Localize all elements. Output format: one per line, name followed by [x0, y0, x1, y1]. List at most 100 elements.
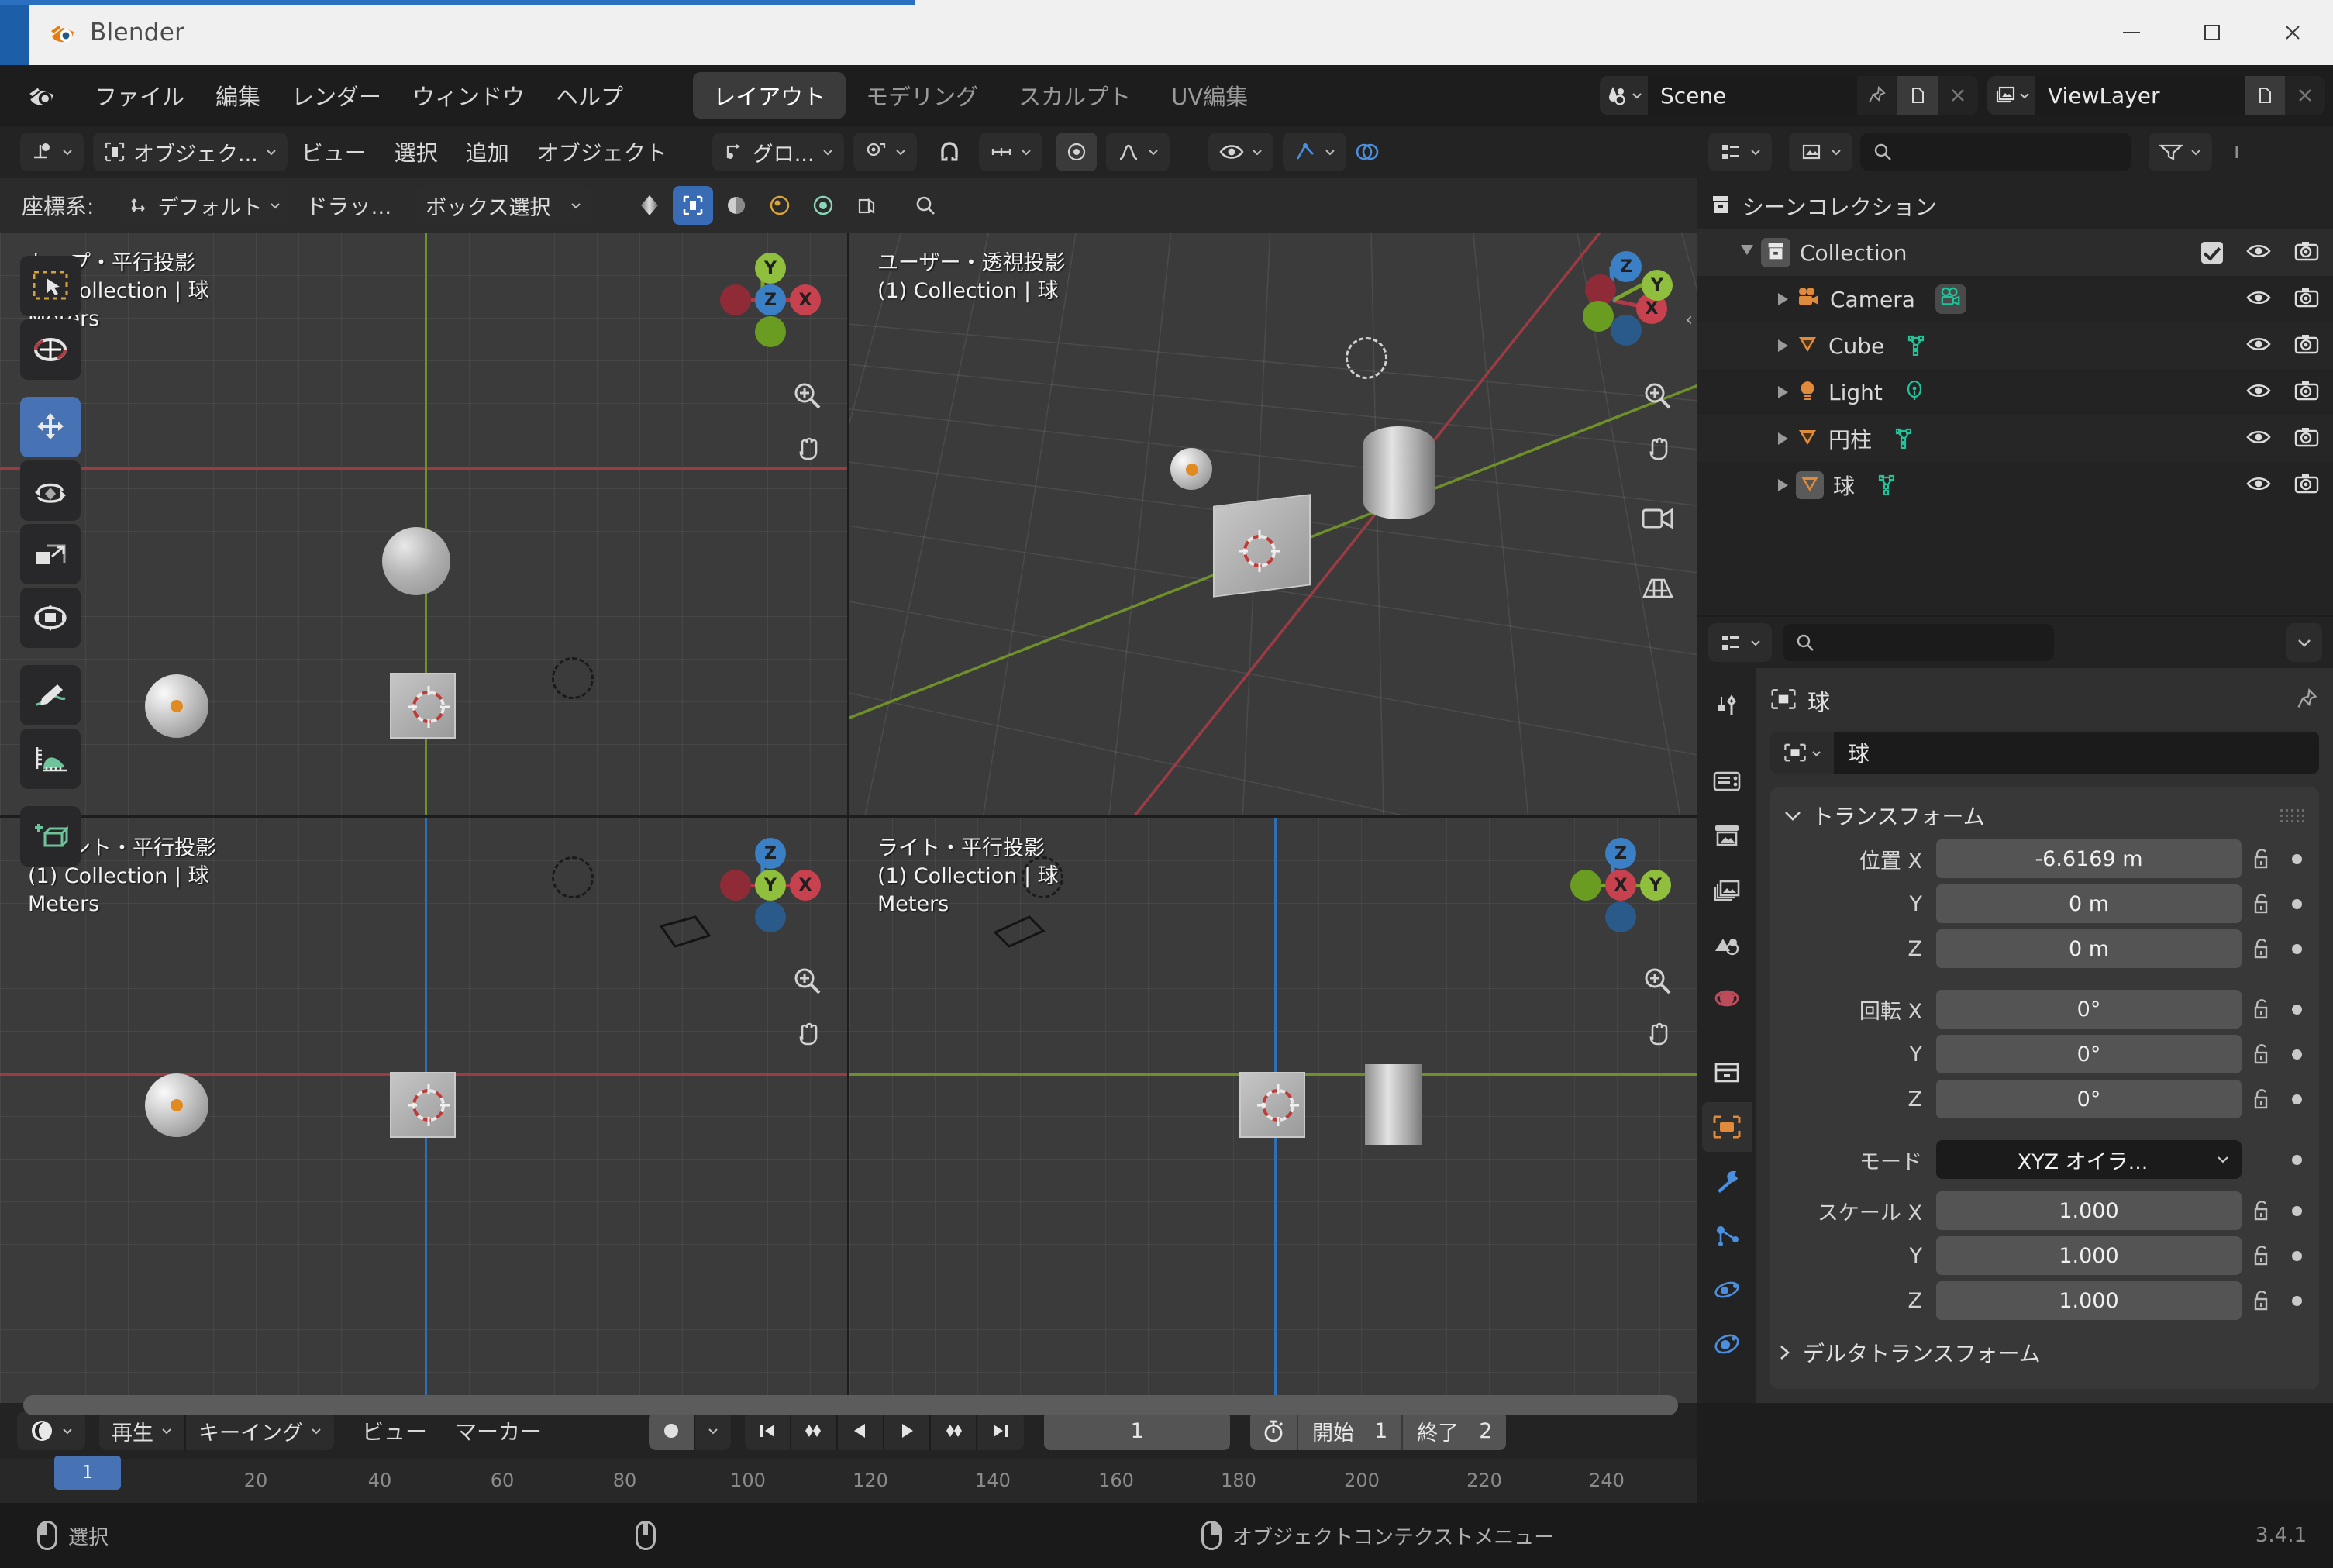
- mesh-data-icon[interactable]: [1892, 426, 1915, 452]
- play-reverse-icon[interactable]: [838, 1411, 885, 1450]
- eye-icon[interactable]: [2246, 288, 2271, 310]
- menu-help[interactable]: ヘルプ: [540, 74, 639, 116]
- lock-icon[interactable]: [2242, 1042, 2282, 1066]
- sphere-selected-top[interactable]: [145, 674, 208, 738]
- sidebar-toggle-icon[interactable]: ‹: [1685, 308, 1693, 330]
- camera-icon[interactable]: [2294, 381, 2319, 404]
- world-tab-icon[interactable]: [1702, 974, 1752, 1023]
- lock-icon[interactable]: [2242, 1244, 2282, 1267]
- output-tab-icon[interactable]: [1702, 811, 1752, 860]
- shading-wireframe-icon[interactable]: [673, 186, 714, 225]
- lock-icon[interactable]: [2242, 998, 2282, 1021]
- timeline-menu-marker[interactable]: マーカー: [441, 1415, 556, 1446]
- gizmo-selector[interactable]: [1282, 133, 1346, 171]
- outliner-filter-icon[interactable]: [2149, 133, 2212, 171]
- lock-icon[interactable]: [2242, 937, 2282, 960]
- camera-icon[interactable]: [2294, 334, 2319, 357]
- remove-scene-icon[interactable]: [1938, 76, 1978, 115]
- auto-keying-toggle[interactable]: [649, 1411, 694, 1450]
- object-id-type-icon[interactable]: [1770, 732, 1834, 774]
- tweak-tool-icon[interactable]: [20, 256, 81, 316]
- camera-icon[interactable]: [2294, 241, 2319, 264]
- tab-layout[interactable]: レイアウト: [693, 72, 846, 119]
- drag-action-selector[interactable]: ボックス選択: [415, 186, 593, 225]
- eye-icon[interactable]: [2246, 428, 2271, 450]
- transform-orientation-selector[interactable]: デフォルト: [117, 186, 292, 225]
- cylinder-right[interactable]: [1365, 1064, 1422, 1145]
- render-tab-icon[interactable]: [1702, 756, 1752, 806]
- proportional-falloff-selector[interactable]: [1105, 133, 1170, 171]
- lock-icon[interactable]: [2242, 1289, 2282, 1312]
- particles-tab-icon[interactable]: [1702, 1211, 1752, 1260]
- properties-options-icon[interactable]: [2286, 623, 2322, 662]
- timeline-editor-type-button[interactable]: [17, 1411, 85, 1450]
- animate-property-dot[interactable]: [2282, 943, 2311, 954]
- outliner-collapse-icon[interactable]: [2220, 133, 2260, 171]
- zoom-icon[interactable]: [785, 374, 830, 419]
- camera-data-icon[interactable]: [1935, 284, 1966, 314]
- timeline-editor-type-icon[interactable]: [17, 1411, 85, 1450]
- lock-icon[interactable]: [2242, 1087, 2282, 1111]
- shading-rendered-icon[interactable]: [803, 186, 843, 225]
- viewlayer-selector[interactable]: ViewLayer: [1987, 76, 2325, 115]
- rotation-y-field[interactable]: 0°: [1936, 1035, 2242, 1073]
- menu-edit[interactable]: 編集: [200, 74, 276, 116]
- outliner-row-light[interactable]: Light: [1697, 369, 2333, 415]
- lock-icon[interactable]: [2242, 892, 2282, 915]
- camera-icon[interactable]: [2294, 474, 2319, 497]
- rotation-z-field[interactable]: 0°: [1936, 1080, 2242, 1118]
- snap-to-selector[interactable]: [978, 133, 1042, 171]
- pan-hand-icon[interactable]: [785, 1011, 830, 1056]
- new-viewlayer-icon[interactable]: [2245, 76, 2285, 115]
- menu-file[interactable]: ファイル: [79, 74, 200, 116]
- current-frame-field[interactable]: 1: [1044, 1411, 1231, 1450]
- mesh-data-icon[interactable]: [1904, 333, 1928, 359]
- transform-panel-header[interactable]: トランスフォーム: [1770, 794, 2319, 837]
- next-keyframe-icon[interactable]: [931, 1411, 978, 1450]
- snap-target-selector[interactable]: [853, 133, 917, 171]
- object-tab-icon[interactable]: [1702, 1102, 1752, 1152]
- scale-tool-icon[interactable]: [20, 524, 81, 584]
- viewport-top-ortho[interactable]: トップ・平行投影 (1) Collection | 球 Meters: [0, 233, 847, 815]
- blender-logo-icon[interactable]: [25, 78, 59, 112]
- pan-hand-icon[interactable]: [1635, 1011, 1680, 1056]
- tab-modeling[interactable]: モデリング: [846, 72, 998, 119]
- tool-tab-icon[interactable]: [1702, 682, 1752, 732]
- view-layer-tab-icon[interactable]: [1702, 865, 1752, 915]
- scale-y-field[interactable]: 1.000: [1936, 1236, 2242, 1275]
- animate-property-dot[interactable]: [2282, 853, 2311, 864]
- shading-material-preview-icon[interactable]: [760, 186, 800, 225]
- outliner-row-cylinder[interactable]: 円柱: [1697, 415, 2333, 462]
- animate-property-dot[interactable]: [2282, 1094, 2311, 1104]
- light-data-icon[interactable]: [1903, 379, 1926, 405]
- animate-property-dot[interactable]: [2282, 898, 2311, 909]
- measure-tool-icon[interactable]: [20, 729, 81, 789]
- chevron-down-icon[interactable]: [1741, 244, 1753, 261]
- chevron-right-icon[interactable]: [1778, 293, 1788, 305]
- start-frame-field[interactable]: 開始 1: [1297, 1411, 1401, 1450]
- timeline-ruler[interactable]: 20 40 60 80 100 120 140 160 180 200 220 …: [0, 1459, 1697, 1503]
- scale-z-field[interactable]: 1.000: [1936, 1281, 2242, 1320]
- timeline-playhead[interactable]: 1: [54, 1456, 121, 1490]
- new-scene-icon[interactable]: [1897, 76, 1938, 115]
- jump-to-end-icon[interactable]: [977, 1411, 1024, 1450]
- navigation-gizmo[interactable]: X Y Z: [1567, 251, 1673, 346]
- object-name-field[interactable]: [1834, 732, 2319, 774]
- outliner-row-sphere[interactable]: 球: [1697, 462, 2333, 508]
- shading-solid-icon[interactable]: [716, 186, 756, 225]
- animate-property-dot[interactable]: [2282, 1295, 2311, 1306]
- lock-icon[interactable]: [2242, 1199, 2282, 1222]
- magnet-icon[interactable]: [929, 133, 970, 171]
- jump-to-start-icon[interactable]: [745, 1411, 792, 1450]
- tab-uv-editing[interactable]: UV編集: [1151, 72, 1268, 119]
- rotation-x-field[interactable]: 0°: [1936, 990, 2242, 1029]
- annotate-tool-icon[interactable]: [20, 665, 81, 725]
- transform-pivot-selector[interactable]: グロ...: [712, 133, 844, 171]
- outliner-row-camera[interactable]: Camera: [1697, 276, 2333, 322]
- maximize-icon[interactable]: [2172, 0, 2252, 65]
- outliner-display-mode-icon[interactable]: [1789, 133, 1852, 171]
- vp-menu-select[interactable]: 選択: [381, 136, 452, 167]
- zoom-icon[interactable]: [785, 959, 830, 1004]
- prev-keyframe-icon[interactable]: [791, 1411, 839, 1450]
- end-frame-field[interactable]: 終了 2: [1401, 1411, 1506, 1450]
